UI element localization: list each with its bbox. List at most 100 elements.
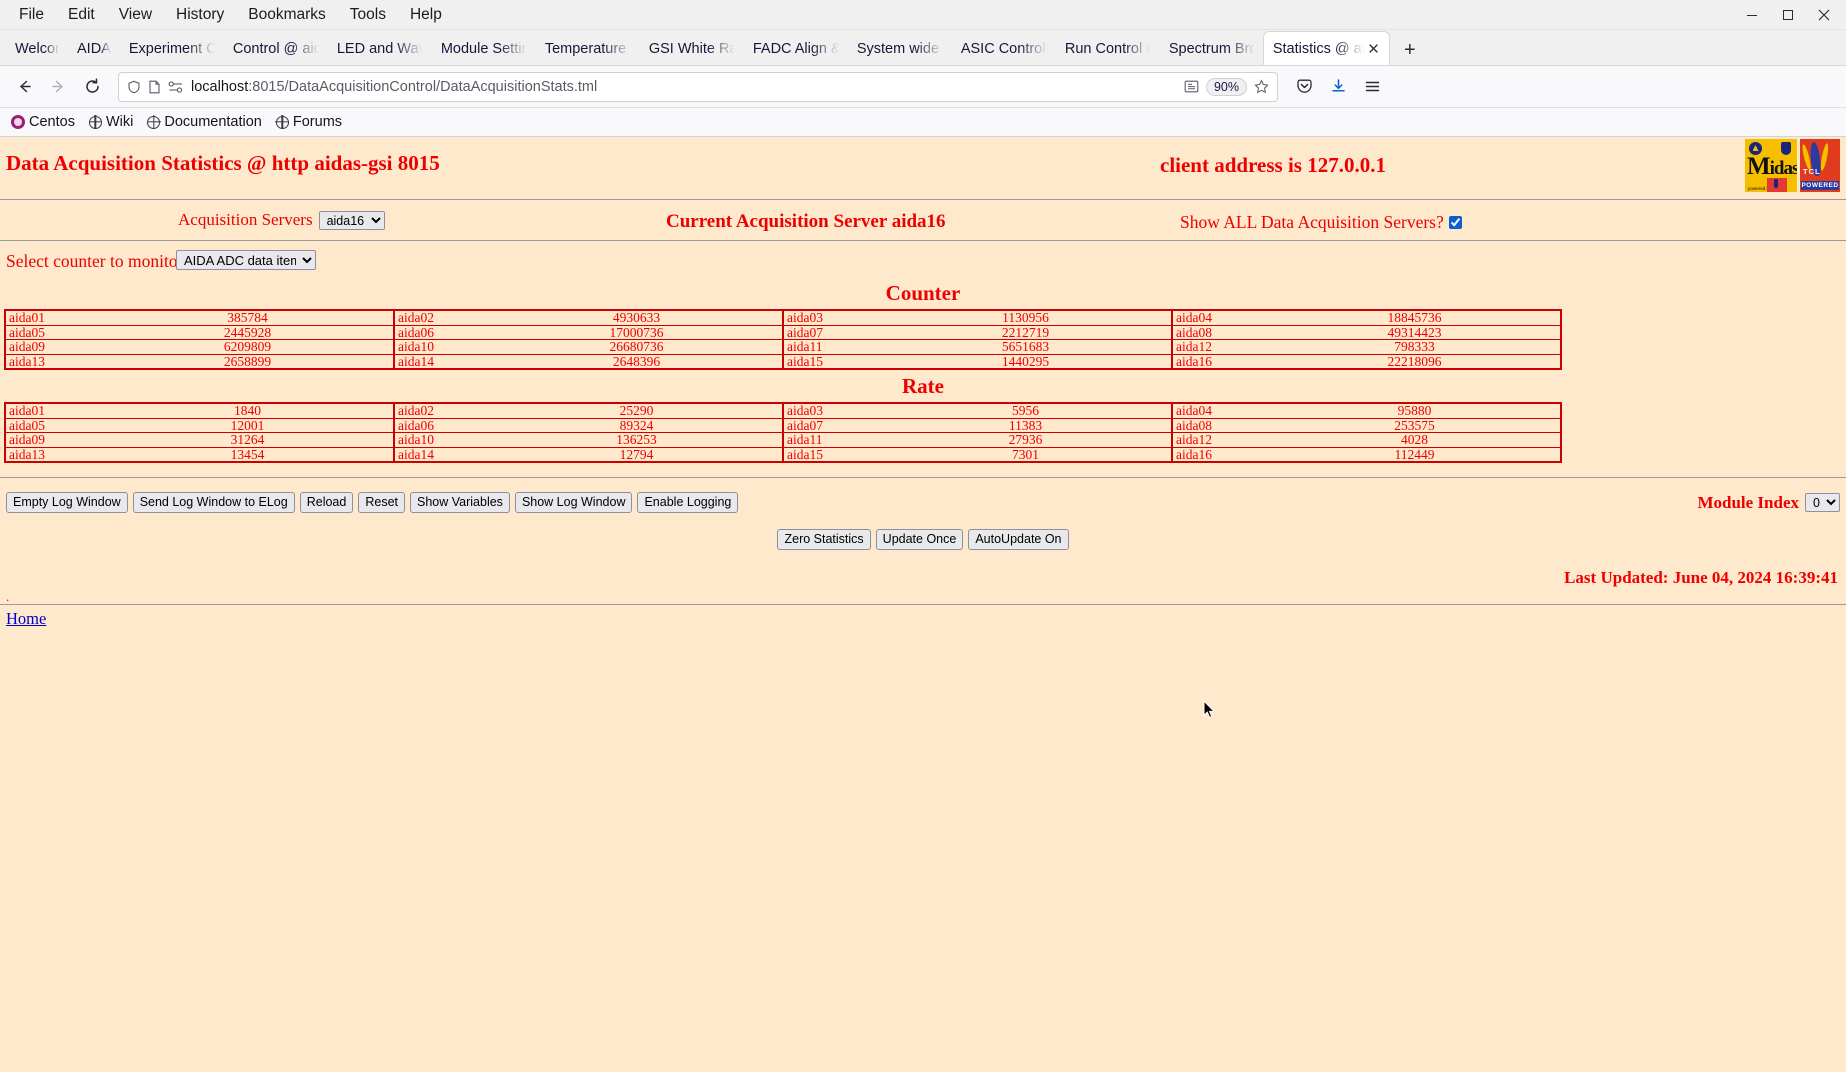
bookmark-label: Forums xyxy=(292,114,343,130)
permissions-icon[interactable] xyxy=(168,80,184,93)
tab-label: Module Settings xyxy=(440,40,527,57)
home-link[interactable]: Home xyxy=(6,609,46,628)
downloads-icon[interactable] xyxy=(1322,71,1354,103)
tab-welcome-to-centos[interactable]: Welcome to Cen xyxy=(6,32,68,65)
tab-system-wide-check[interactable]: System wide Che xyxy=(848,32,952,65)
maximize-icon[interactable] xyxy=(1770,1,1806,29)
cell-name: aida10 xyxy=(393,432,491,448)
zero-statistics-button[interactable]: Zero Statistics xyxy=(777,529,871,550)
bookmark-forums[interactable]: Forums xyxy=(275,114,343,130)
shield-icon xyxy=(127,80,141,94)
tab-control-aidas[interactable]: Control @ aidas- xyxy=(224,32,328,65)
page-icon xyxy=(148,80,161,94)
back-icon[interactable] xyxy=(8,71,40,103)
cell-name: aida04 xyxy=(1171,309,1269,326)
tab-run-control[interactable]: Run Control @ ai xyxy=(1056,32,1160,65)
acquisition-servers-select[interactable]: aida16 xyxy=(318,210,385,230)
tab-gsi-white-rabbit[interactable]: GSI White Rabbi xyxy=(640,32,744,65)
module-index-label: Module Index xyxy=(1697,492,1799,512)
current-acquisition-server: Current Acquisition Server aida16 xyxy=(666,211,946,232)
enable-logging-button[interactable]: Enable Logging xyxy=(637,492,739,513)
page-title: Data Acquisition Statistics @ http aidas… xyxy=(6,151,440,175)
menu-history[interactable]: History xyxy=(165,2,235,28)
update-once-button[interactable]: Update Once xyxy=(875,529,964,550)
tab-experiment-control[interactable]: Experiment Cont xyxy=(120,32,224,65)
tab-led-and-waveform[interactable]: LED and Wavefo xyxy=(328,32,432,65)
new-tab-button[interactable]: + xyxy=(1395,35,1425,65)
midas-wordmark-rest: idas xyxy=(1769,158,1797,179)
cell-name: aida16 xyxy=(1171,353,1269,370)
reset-button[interactable]: Reset xyxy=(358,492,405,513)
menu-edit[interactable]: Edit xyxy=(57,2,106,28)
client-address: client address is 127.0.0.1 xyxy=(1160,153,1386,177)
menu-help[interactable]: Help xyxy=(399,2,453,28)
tab-aida[interactable]: AIDA xyxy=(68,32,120,65)
tab-module-settings[interactable]: Module Settings xyxy=(432,32,536,65)
menu-hamburger-icon[interactable] xyxy=(1356,71,1388,103)
tab-label: ASIC Control @ a xyxy=(960,40,1047,57)
tab-asic-control[interactable]: ASIC Control @ a xyxy=(952,32,1056,65)
cell-name: aida08 xyxy=(1171,324,1269,340)
cell-value: 18845736 xyxy=(1269,309,1562,326)
address-bar[interactable]: localhost:8015/DataAcquisitionControl/Da… xyxy=(118,71,1278,102)
counter-section-title: Counter xyxy=(885,281,961,305)
empty-log-window-button[interactable]: Empty Log Window xyxy=(6,492,128,513)
reload-button[interactable]: Reload xyxy=(299,492,354,513)
minimize-icon[interactable] xyxy=(1734,1,1770,29)
autoupdate-on-button[interactable]: AutoUpdate On xyxy=(968,529,1069,550)
menu-tools[interactable]: Tools xyxy=(339,2,397,28)
show-all-servers-checkbox[interactable] xyxy=(1448,216,1462,229)
bookmark-star-icon[interactable] xyxy=(1254,79,1269,94)
reload-icon[interactable] xyxy=(76,71,108,103)
close-icon[interactable] xyxy=(1806,1,1842,29)
page-header: Data Acquisition Statistics @ http aidas… xyxy=(0,137,1846,199)
table-row: aida13 13454 aida14 12794 aida15 7301 ai… xyxy=(4,446,1562,463)
cell-value: 2658899 xyxy=(102,353,395,370)
midas-wordmark-cap: M xyxy=(1747,153,1771,180)
reader-mode-icon[interactable] xyxy=(1184,79,1199,94)
midas-tcl-badge xyxy=(1767,178,1787,192)
cell-value: 22218096 xyxy=(1269,353,1562,370)
tab-statistics[interactable]: Statistics @ aid ✕ xyxy=(1263,32,1389,65)
cell-value: 12001 xyxy=(102,417,395,433)
tab-label: FADC Align & Co xyxy=(752,40,839,57)
tab-fadc-align[interactable]: FADC Align & Co xyxy=(744,32,848,65)
tab-temperature[interactable]: Temperature and xyxy=(536,32,640,65)
cell-name: aida06 xyxy=(393,324,491,340)
send-log-window-to-elog-button[interactable]: Send Log Window to ELog xyxy=(132,492,295,513)
tab-label: Experiment Cont xyxy=(128,40,215,57)
cell-name: aida12 xyxy=(1171,339,1269,355)
bookmark-wiki[interactable]: Wiki xyxy=(88,114,133,130)
show-log-window-button[interactable]: Show Log Window xyxy=(514,492,633,513)
pocket-icon[interactable] xyxy=(1288,71,1320,103)
cell-name: aida02 xyxy=(393,402,491,419)
cell-name: aida07 xyxy=(782,324,880,340)
cell-value: 1130956 xyxy=(880,309,1173,326)
mouse-cursor xyxy=(1203,699,1215,719)
cell-value: 4930633 xyxy=(491,309,784,326)
acquisition-servers-group: Acquisition Servers aida16 xyxy=(178,210,385,230)
bookmark-documentation[interactable]: Documentation xyxy=(147,114,262,130)
forward-icon[interactable] xyxy=(42,71,74,103)
menu-view[interactable]: View xyxy=(108,2,163,28)
menu-bookmarks[interactable]: Bookmarks xyxy=(237,2,337,28)
tab-label: AIDA xyxy=(77,40,111,57)
tab-spectrum-browser[interactable]: Spectrum Brows xyxy=(1160,32,1264,65)
select-counter-dropdown[interactable]: AIDA ADC data items xyxy=(176,250,316,270)
module-index-select[interactable]: 0 xyxy=(1805,493,1840,512)
tab-close-icon[interactable]: ✕ xyxy=(1367,40,1380,58)
cell-name: aida08 xyxy=(1171,417,1269,433)
browser-window: File Edit View History Bookmarks Tools H… xyxy=(0,0,1846,1072)
zoom-level-indicator[interactable]: 90% xyxy=(1205,77,1247,96)
rate-table: aida01 1840 aida02 25290 aida03 5956 aid… xyxy=(4,402,1562,463)
cell-name: aida11 xyxy=(782,432,880,448)
cell-value: 798333 xyxy=(1269,339,1562,355)
menu-file[interactable]: File xyxy=(8,2,55,28)
cell-name: aida03 xyxy=(782,309,880,326)
cell-name: aida13 xyxy=(4,446,102,463)
module-index-group: Module Index 0 xyxy=(1697,493,1840,513)
show-variables-button[interactable]: Show Variables xyxy=(410,492,510,513)
cell-value: 25290 xyxy=(491,402,784,419)
bookmark-centos[interactable]: Centos xyxy=(11,114,75,130)
table-row: aida09 6209809 aida10 26680736 aida11 56… xyxy=(4,339,1562,355)
